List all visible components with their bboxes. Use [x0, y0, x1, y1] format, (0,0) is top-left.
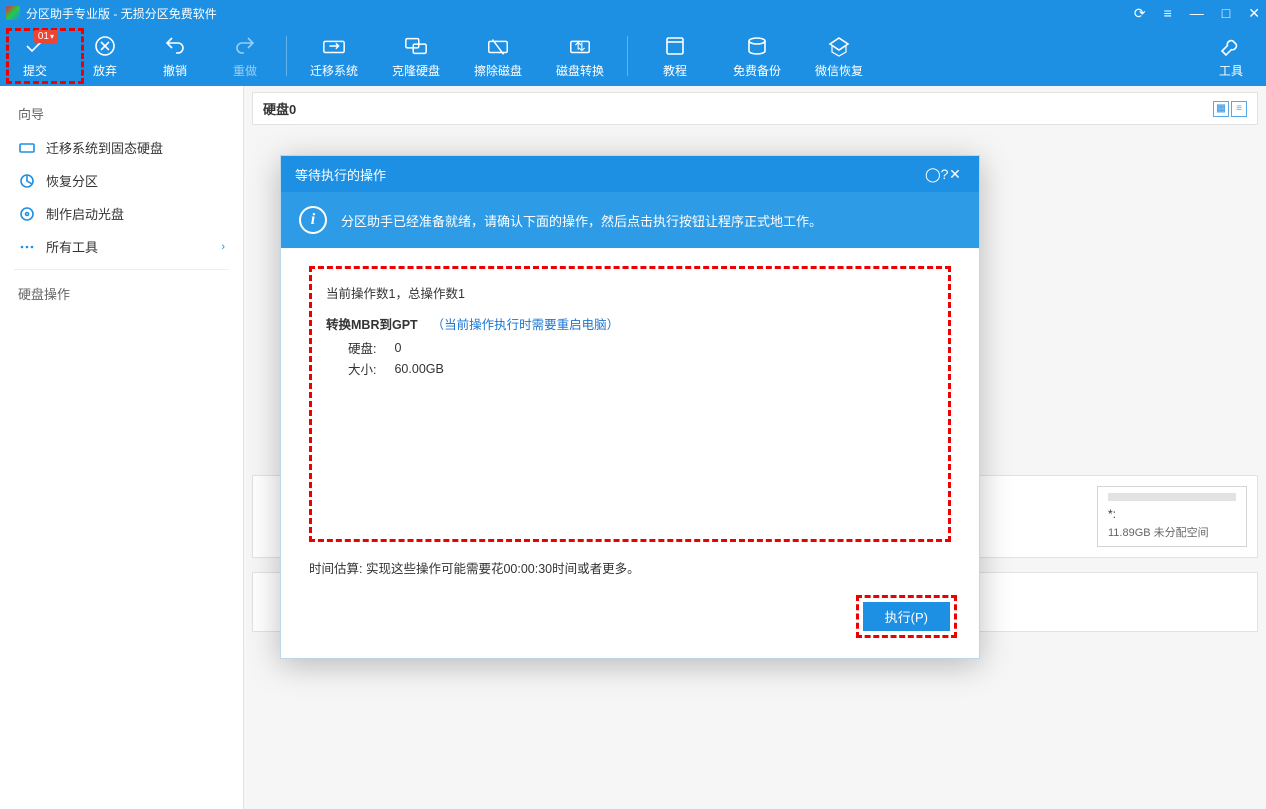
help-icon[interactable]: ◯? [925, 166, 945, 183]
discard-icon [93, 34, 117, 58]
wrench-icon [1219, 34, 1243, 58]
menu-icon[interactable]: ≡ [1164, 6, 1172, 20]
view-grid-icon[interactable]: ▦ [1213, 101, 1229, 117]
table-row: 大小:60.00GB [348, 358, 462, 379]
clone-icon [404, 34, 428, 58]
time-estimate: 时间估算: 实现这些操作可能需要花00:00:30时间或者更多。 [281, 558, 979, 595]
sidebar-item-alltools[interactable]: 所有工具 › [0, 230, 243, 263]
sidebar-item-label: 所有工具 [46, 237, 98, 256]
op-warning: （当前操作执行时需要重启电脑） [432, 318, 620, 332]
ops-highlight-box: 当前操作数1，总操作数1 转换MBR到GPT （当前操作执行时需要重启电脑） 硬… [309, 266, 951, 542]
dialog-info-banner: i 分区助手已经准备就绪，请确认下面的操作，然后点击执行按钮让程序正式地工作。 [281, 192, 979, 248]
op-details-table: 硬盘:0 大小:60.00GB [348, 337, 462, 379]
pie-icon [18, 172, 36, 190]
migrate-icon [322, 34, 346, 58]
sidebar-item-migrate-ssd[interactable]: 迁移系统到固态硬盘 [0, 131, 243, 164]
partition-name: *: [1108, 507, 1236, 521]
book-icon [663, 34, 687, 58]
minimize-icon[interactable]: — [1190, 6, 1204, 20]
dialog-close-icon[interactable]: ✕ [945, 166, 965, 183]
op-name: 转换MBR到GPT [326, 318, 418, 332]
partition-usage-bar [1108, 493, 1236, 501]
wechat-recover-button[interactable]: 微信恢复 [798, 26, 880, 86]
discard-button[interactable]: 放弃 [70, 26, 140, 86]
app-logo [6, 6, 20, 20]
sidebar-item-label: 迁移系统到固态硬盘 [46, 138, 163, 157]
execute-button[interactable]: 执行(P) [863, 602, 950, 631]
partition-info: 11.89GB 未分配空间 [1108, 524, 1236, 540]
window-title: 分区助手专业版 - 无损分区免费软件 [26, 5, 1134, 22]
more-icon [18, 238, 36, 256]
dialog-body: 当前操作数1，总操作数1 转换MBR到GPT （当前操作执行时需要重启电脑） 硬… [281, 248, 979, 558]
toolbar-separator [286, 36, 287, 76]
convert-button[interactable]: 磁盘转换 [539, 26, 621, 86]
view-toggle: ▦ ≡ [1213, 101, 1247, 117]
exec-highlight-box: 执行(P) [856, 595, 957, 638]
undo-icon [163, 34, 187, 58]
maximize-icon[interactable]: □ [1222, 6, 1230, 20]
chevron-right-icon: › [221, 241, 225, 253]
redo-icon [233, 34, 257, 58]
window-controls: ⟳ ≡ — □ ✕ [1134, 6, 1260, 20]
disk-label: 硬盘0 [263, 99, 296, 118]
redo-button[interactable]: 重做 [210, 26, 280, 86]
app-name: 分区助手专业版 [26, 7, 110, 21]
submit-badge: 01 [34, 30, 58, 43]
close-icon[interactable]: ✕ [1248, 6, 1260, 20]
sidebar-item-label: 恢复分区 [46, 171, 98, 190]
toolbar-separator [627, 36, 628, 76]
title-bar: 分区助手专业版 - 无损分区免费软件 ⟳ ≡ — □ ✕ [0, 0, 1266, 26]
backup-icon [745, 34, 769, 58]
op-count-text: 当前操作数1，总操作数1 [326, 283, 934, 302]
sidebar: 向导 迁移系统到固态硬盘 恢复分区 制作启动光盘 所有工具 › 硬盘操作 [0, 86, 244, 809]
migrate-button[interactable]: 迁移系统 [293, 26, 375, 86]
sidebar-item-recover[interactable]: 恢复分区 [0, 164, 243, 197]
sidebar-separator [14, 269, 229, 270]
partition-box[interactable]: *: 11.89GB 未分配空间 [1097, 486, 1247, 547]
dialog-footer: 执行(P) [281, 595, 979, 658]
convert-icon [568, 34, 592, 58]
tutorial-button[interactable]: 教程 [634, 26, 716, 86]
sidebar-item-label: 制作启动光盘 [46, 204, 124, 223]
sidebar-item-bootdisc[interactable]: 制作启动光盘 [0, 197, 243, 230]
ssd-icon [18, 139, 36, 157]
pending-ops-dialog: 等待执行的操作 ◯? ✕ i 分区助手已经准备就绪，请确认下面的操作，然后点击执… [280, 155, 980, 659]
main-toolbar: 01 提交 放弃 撤销 重做 迁移系统 克隆硬盘 擦除磁盘 磁盘转换 教程 免费… [0, 26, 1266, 86]
view-list-icon[interactable]: ≡ [1231, 101, 1247, 117]
undo-button[interactable]: 撤销 [140, 26, 210, 86]
wechat-icon [827, 34, 851, 58]
disk-ops-title: 硬盘操作 [0, 276, 243, 311]
wipe-icon [486, 34, 510, 58]
info-icon: i [299, 206, 327, 234]
disk-header: 硬盘0 ▦ ≡ [252, 92, 1258, 125]
dialog-titlebar: 等待执行的操作 ◯? ✕ [281, 156, 979, 192]
wipe-button[interactable]: 擦除磁盘 [457, 26, 539, 86]
table-row: 硬盘:0 [348, 337, 462, 358]
clone-button[interactable]: 克隆硬盘 [375, 26, 457, 86]
app-subtitle: 无损分区免费软件 [121, 7, 217, 21]
disc-icon [18, 205, 36, 223]
dialog-title: 等待执行的操作 [295, 165, 925, 184]
refresh-icon[interactable]: ⟳ [1134, 6, 1146, 20]
tools-button[interactable]: 工具 [1196, 26, 1266, 86]
wizard-title: 向导 [0, 96, 243, 131]
backup-button[interactable]: 免费备份 [716, 26, 798, 86]
submit-button[interactable]: 01 提交 [0, 26, 70, 86]
dialog-info-text: 分区助手已经准备就绪，请确认下面的操作，然后点击执行按钮让程序正式地工作。 [341, 211, 822, 230]
